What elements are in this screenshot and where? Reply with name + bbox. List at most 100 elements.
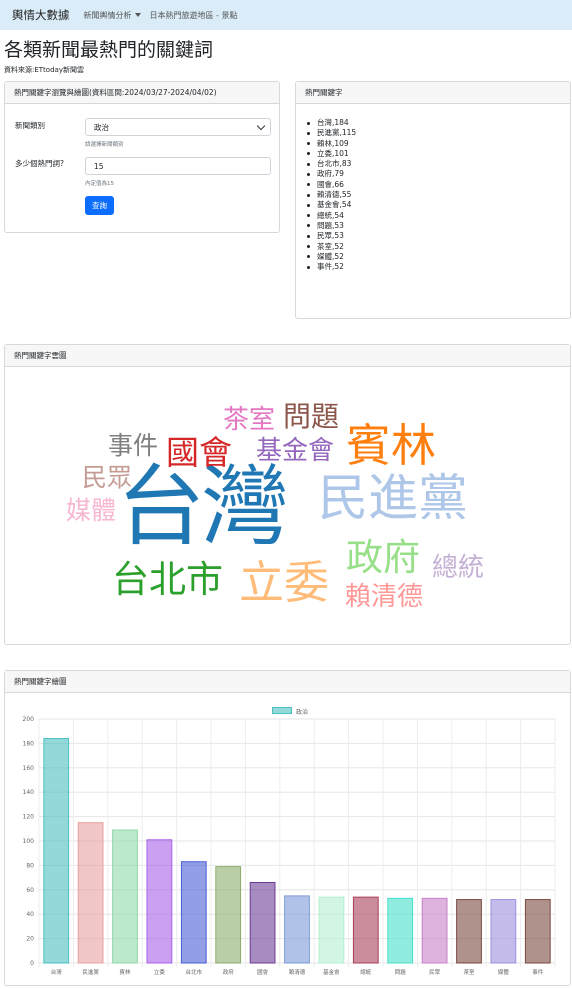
nav-japan-travel[interactable]: 日本熱門旅遊地區 - 景點	[150, 10, 238, 21]
bar	[524, 899, 551, 964]
x-tick-label: 政府	[223, 968, 235, 976]
bar	[43, 738, 70, 964]
wordcloud-card: 熱門關鍵字雲圖 台灣 民進黨 賓林立委 台北市 政府 國會賴清德 基金會總統 問題民眾 茶室媒體…	[4, 344, 571, 645]
query-card: 熱門關鍵字瀏覽與繪圖(資料區間:2024/03/27-2024/04/02) 新…	[4, 81, 280, 233]
keyword-item: 台北市,83	[306, 159, 356, 169]
keyword-item: 茶室,52	[306, 242, 356, 252]
nav-news-analysis[interactable]: 新聞輿情分析	[84, 10, 141, 21]
x-tick-label: 基金會	[323, 968, 340, 976]
query-card-header: 熱門關鍵字瀏覽與繪圖(資料區間:2024/03/27-2024/04/02)	[5, 82, 279, 104]
x-tick-label: 立委	[154, 968, 166, 976]
keyword-item: 民進黨,115	[306, 128, 357, 138]
chevron-down-icon	[256, 121, 266, 131]
wordcloud-word: 台北市	[112, 558, 223, 601]
x-tick-label: 民眾	[429, 969, 441, 976]
category-select-value: 政治	[94, 122, 109, 132]
x-tick-label: 事件	[532, 968, 544, 976]
bar	[421, 897, 448, 964]
x-tick-label: 國會	[257, 968, 269, 976]
y-tick-label: 140	[23, 789, 35, 796]
x-tick-label: 賴清德	[289, 968, 306, 976]
wordcloud-card-header: 熱門關鍵字雲圖	[5, 345, 570, 367]
barchart-card-header: 熱門關鍵字繪圖	[5, 671, 570, 693]
bar	[215, 866, 242, 964]
y-tick-label: 120	[23, 814, 35, 821]
keyword-item: 賴林,109	[306, 139, 356, 149]
bar	[77, 822, 104, 964]
wordcloud-word: 基金會	[256, 436, 335, 466]
bar	[180, 861, 207, 964]
y-tick-label: 60	[26, 887, 34, 894]
wordcloud-word: 立委	[239, 556, 330, 609]
category-help: 請選擇新聞類別	[85, 142, 124, 148]
category-label: 新聞類別	[15, 121, 45, 130]
wordcloud-word: 總統	[432, 553, 485, 583]
data-source: 資料來源:ETtoday新聞雲	[4, 66, 84, 74]
bar	[490, 899, 517, 964]
keyword-item: 立委,101	[306, 149, 356, 159]
bar	[456, 899, 482, 964]
brand[interactable]: 輿情大數據	[12, 7, 70, 23]
x-tick-label: 台灣	[51, 968, 63, 976]
keyword-item: 問題,53	[306, 221, 356, 231]
y-tick-label: 80	[26, 862, 34, 869]
barchart-card: 熱門關鍵字繪圖 政治 0 20 40 60 80 100 120 140 160 180 200 台灣…	[4, 670, 571, 986]
keywords-list: 台灣,184 民進黨,115 賴林,109 立委,101 台北市,83 政府,79 國會,6…	[306, 118, 357, 272]
topk-input[interactable]: 15	[85, 157, 271, 175]
keyword-item: 媒體,52	[306, 252, 356, 262]
keyword-item: 國會,66	[306, 180, 356, 190]
bar	[284, 895, 310, 964]
wordcloud-word: 媒體	[66, 496, 117, 525]
topk-label: 多少個熱門詞?	[15, 159, 64, 168]
page-title: 各類新聞最熱門的關鍵詞	[4, 39, 214, 61]
y-tick-label: 160	[23, 765, 35, 772]
y-tick-label: 100	[23, 838, 35, 845]
wordcloud-word: 賴清德	[345, 582, 424, 612]
bar-chart: 0 20 40 60 80 100 120 140 160 180 200 台灣 民進黨 賓林 立委 台北市 政…	[23, 716, 556, 976]
keyword-item: 基金會,54	[306, 200, 356, 210]
keyword-item: 總統,54	[306, 211, 356, 221]
wordcloud-word: 政府	[346, 536, 420, 579]
caret-down-icon	[134, 13, 141, 17]
nav-news-analysis-label: 新聞輿情分析	[83, 10, 132, 20]
keywords-card-header: 熱門關鍵字	[296, 82, 570, 104]
wordcloud-word: 問題	[283, 400, 340, 433]
x-tick-label: 問題	[395, 969, 407, 976]
bar	[318, 896, 345, 964]
wordcloud-word: 民進黨	[318, 469, 468, 527]
wordcloud-word: 事件	[108, 431, 159, 460]
y-tick-label: 40	[26, 911, 34, 918]
wordcloud-word: 茶室	[223, 405, 276, 435]
bar	[387, 897, 414, 964]
navbar: 輿情大數據 新聞輿情分析 日本熱門旅遊地區 - 景點	[0, 0, 572, 30]
wordcloud-word: 民眾	[82, 463, 133, 492]
y-tick-label: 20	[26, 936, 34, 943]
keyword-item: 事件,52	[306, 262, 356, 272]
y-tick-label: 200	[23, 716, 35, 723]
x-tick-label: 媒體	[498, 968, 510, 976]
keyword-item: 賴清德,55	[306, 190, 356, 200]
wordcloud: 台灣 民進黨 賓林立委 台北市 政府 國會賴清德 基金會總統 問題民眾 茶室媒體 事件	[5, 367, 570, 644]
y-tick-label: 180	[23, 740, 35, 747]
y-tick-label: 0	[30, 960, 34, 967]
x-tick-label: 台北市	[186, 968, 203, 976]
keywords-card: 熱門關鍵字 台灣,184 民進黨,115 賴林,109 立委,101 台北市,83 政府,…	[295, 81, 571, 319]
wordcloud-word: 賓林	[346, 419, 437, 472]
topk-input-value: 15	[94, 161, 104, 171]
keyword-item: 民眾,53	[306, 231, 356, 241]
x-tick-label: 民進黨	[82, 968, 99, 976]
bar	[249, 881, 276, 964]
bar	[146, 839, 173, 964]
bar	[112, 829, 138, 964]
topk-help: 內定值為15	[85, 181, 114, 187]
wordcloud-word: 國會	[166, 433, 232, 472]
x-tick-label: 茶室	[463, 968, 475, 976]
x-tick-label: 賓林	[119, 968, 131, 976]
keyword-item: 台灣,184	[306, 118, 356, 128]
x-tick-label: 總統	[360, 968, 372, 976]
keyword-item: 政府,79	[306, 169, 356, 179]
bar	[352, 896, 379, 964]
category-select[interactable]: 政治	[85, 118, 271, 136]
wordcloud-word: 台灣	[117, 455, 289, 558]
submit-button[interactable]: 查詢	[85, 196, 114, 215]
